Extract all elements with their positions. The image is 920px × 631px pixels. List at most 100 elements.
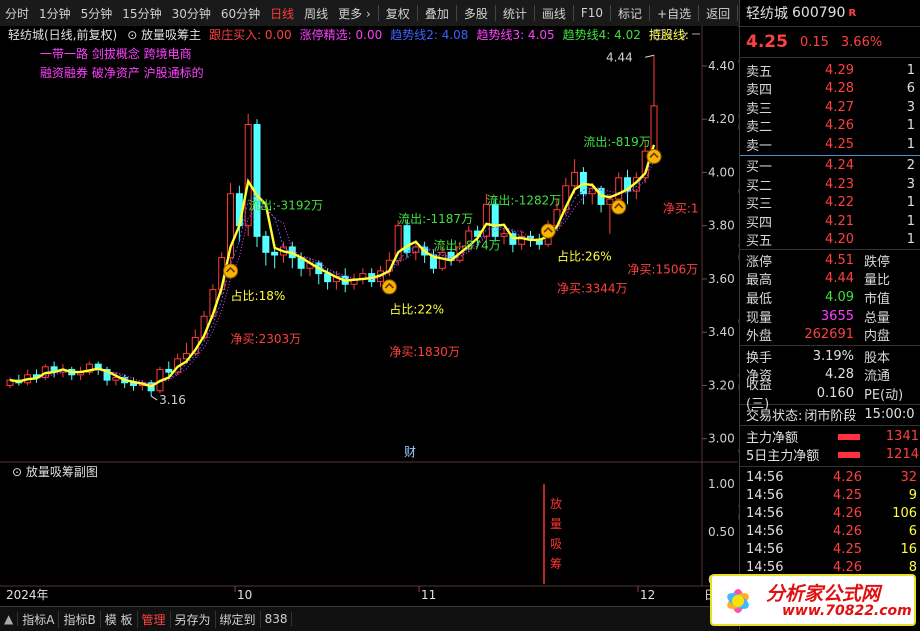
period-tab-1[interactable]: 1分钟 (34, 5, 76, 22)
stock-title: 轻纺城 600790 R (740, 0, 920, 27)
signal-label-char: 吸 (550, 537, 562, 551)
candle-body (438, 251, 446, 269)
tool-button-5[interactable]: F10 (576, 6, 608, 20)
tick-price: 4.26 (833, 470, 862, 486)
candle-body (482, 203, 490, 237)
tick-time: 14:56 (746, 488, 784, 504)
period-tab-6[interactable]: 日线 (265, 5, 299, 22)
period-tab-4[interactable]: 30分钟 (167, 5, 216, 22)
stats-table-2: 换手 3.19% 股本 净资 4.28 流通 收益(三) 0.160 PE(动) (740, 346, 920, 412)
tick-row: 14:56 4.26 32 (740, 469, 920, 487)
flow-bar (838, 451, 860, 458)
chart-annotation-0: 4.44 (606, 50, 633, 64)
bid-label: 买一 (746, 160, 773, 176)
indicator-tab-6[interactable]: 838 (261, 612, 293, 626)
tool-button-2[interactable]: 多股 (459, 5, 493, 22)
finance-marker[interactable]: 财 (404, 445, 416, 459)
ask-volume: 1 (906, 118, 915, 134)
indicator-value-4: 趋势线4: 4.02 (563, 28, 641, 42)
stat-value: 4.51 (825, 252, 854, 268)
sub-ytick-label: 0.50 (708, 525, 735, 539)
ask-price: 4.28 (825, 81, 854, 97)
tick-row: 14:56 4.25 9 (740, 487, 920, 505)
indicator-tab-4[interactable]: 另存为 (171, 610, 216, 628)
ask-volume: 1 (906, 62, 915, 78)
indicator-tab-1[interactable]: 指标B (59, 610, 101, 628)
tick-price: 4.26 (833, 506, 862, 522)
chart-annotation-12: 流出:-819万 (583, 135, 650, 149)
signal-label-char: 放 (550, 496, 562, 511)
kline-chart[interactable]: 4.40 4.20 4.00 3.80 3.60 3.40 3.20 3.00 轻纺城(日线,前… (0, 26, 738, 606)
bid-price: 4.20 (825, 232, 854, 248)
candle-body (500, 233, 508, 237)
buy-signal-icon (381, 279, 397, 295)
chart-annotation-1: 3.16 (159, 393, 186, 407)
flow-label: 主力净额 (746, 431, 799, 447)
stat-value: 4.44 (825, 271, 854, 287)
candle-body (271, 251, 279, 256)
stat-label: 现量 (746, 310, 773, 326)
tool-button-3[interactable]: 统计 (498, 5, 532, 22)
tool-button-0[interactable]: 复权 (381, 5, 415, 22)
stock-name: 轻纺城 (746, 6, 788, 22)
period-tab-5[interactable]: 60分钟 (216, 5, 265, 22)
ask-book: 卖五 4.29 1 卖四 4.28 6 卖三 4.27 3 卖二 4.26 1 卖一 4.25 1 (740, 58, 920, 154)
period-tab-2[interactable]: 5分钟 (76, 5, 118, 22)
trade-status-label: 交易状态: (746, 409, 803, 425)
buy-signal-icon (223, 263, 239, 279)
bid-label: 买二 (746, 178, 773, 194)
ytick-label: 3.00 (708, 432, 735, 446)
tool-button-7[interactable]: +自选 (652, 5, 696, 22)
logo-title: 分析家公式网 (766, 583, 881, 605)
indicator-value-0: 跟庄买入: 0.00 (209, 27, 292, 42)
tick-volume: 16 (900, 542, 917, 558)
sub-ytick-label: 1.00 (708, 477, 735, 491)
stat-value: 3.19% (812, 348, 854, 364)
chart-annotation-4: 净买:2303万 (231, 332, 302, 346)
period-tab-3[interactable]: 15分钟 (117, 5, 166, 22)
tool-button-1[interactable]: 叠加 (420, 5, 454, 22)
indicator-tab-2[interactable]: 模 板 (101, 610, 138, 628)
indicator-value-3: 趋势线3: 4.05 (476, 28, 554, 42)
ytick-label: 3.40 (708, 325, 735, 339)
indicator-tab-0[interactable]: 指标A (18, 610, 60, 628)
tick-price: 4.25 (833, 488, 862, 504)
tick-row: 14:56 4.26 6 (740, 523, 920, 541)
ytick-label: 4.20 (708, 112, 735, 126)
toolbar-separator (698, 5, 700, 21)
stat-label-2: 跌停 (864, 254, 891, 270)
period-tab-7[interactable]: 周线 (299, 5, 333, 22)
chart-annotation-3: 占比:18% (231, 288, 286, 303)
ask-label: 卖一 (746, 138, 773, 154)
bid-label: 买五 (746, 234, 773, 250)
tool-button-4[interactable]: 画线 (537, 5, 571, 22)
collapse-icon[interactable]: ▲ (0, 612, 19, 626)
ytick-label: 3.60 (708, 272, 735, 286)
chart-annotation-8: 流出:-874万 (433, 239, 500, 253)
period-tab-8[interactable]: 更多 › (333, 5, 376, 22)
indicator-value-5: 持股线: (649, 27, 689, 42)
bid-price: 4.22 (825, 195, 854, 211)
ask-label: 卖三 (746, 101, 773, 117)
buy-signal-icon (611, 199, 627, 215)
stat-label-2: 市值 (864, 291, 891, 307)
bid-volume: 1 (906, 195, 915, 211)
tool-button-8[interactable]: 返回 (701, 5, 735, 22)
ask-label: 卖四 (746, 83, 773, 99)
candle-body (262, 235, 270, 253)
flow-value: 1214 (885, 447, 919, 463)
indicator-tab-5[interactable]: 绑定到 (216, 610, 261, 628)
chart-annotation-9: 流出:-1282万 (486, 193, 561, 207)
bid-row: 买三 4.22 1 (740, 194, 920, 212)
tick-price: 4.26 (833, 524, 862, 540)
tool-button-6[interactable]: 标记 (613, 5, 647, 22)
tick-volume: 106 (892, 506, 917, 522)
bid-volume: 3 (906, 176, 915, 192)
indicator-tab-3[interactable]: 管理 (138, 610, 171, 628)
chart-header-indicator: ⊙ 放量吸筹主 (127, 27, 201, 42)
period-tab-0[interactable]: 分时 (0, 5, 34, 22)
current-price: 4.25 (746, 32, 788, 52)
ask-row: 卖四 4.28 6 (740, 80, 920, 99)
tick-volume: 8 (908, 560, 917, 576)
tick-list[interactable]: 14:56 4.26 32 14:56 4.25 9 14:56 4.26 106 14:56 4.… (740, 467, 920, 577)
